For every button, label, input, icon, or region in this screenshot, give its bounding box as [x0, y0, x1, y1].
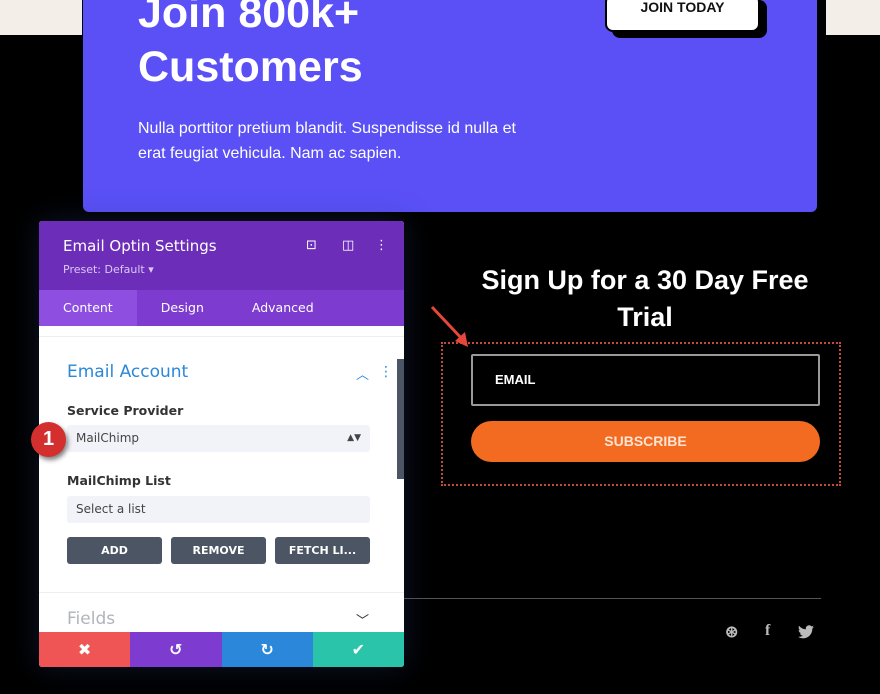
signup-heading: Sign Up for a 30 Day Free Trial: [481, 265, 809, 332]
service-provider-value: MailChimp: [76, 431, 139, 445]
mailchimp-list-select[interactable]: Select a list: [67, 496, 370, 523]
preset-dropdown[interactable]: Preset: Default ▾: [63, 263, 154, 276]
split-view-icon[interactable]: ◫: [342, 238, 354, 253]
facebook-icon[interactable]: f: [765, 622, 770, 640]
scrollbar[interactable]: [397, 359, 404, 479]
panel-header: Email Optin Settings Preset: Default ▾ ⊡…: [39, 221, 404, 290]
service-provider-select[interactable]: MailChimp ▲▼: [67, 425, 370, 452]
remove-button[interactable]: REMOVE: [171, 537, 266, 564]
add-button[interactable]: ADD: [67, 537, 162, 564]
footer-divider: [404, 598, 821, 599]
mailchimp-list-label: MailChimp List: [67, 473, 171, 488]
panel-tabs: Content Design Advanced: [39, 290, 404, 326]
fetch-lists-button[interactable]: FETCH LI...: [275, 537, 370, 564]
section-fields[interactable]: Fields: [67, 609, 115, 629]
cancel-button[interactable]: ✖: [39, 632, 131, 667]
panel-title: Email Optin Settings: [63, 237, 217, 255]
join-today-button[interactable]: JOIN TODAY: [605, 0, 760, 32]
step-badge: 1: [31, 422, 66, 457]
email-optin-settings-panel: Email Optin Settings Preset: Default ▾ ⊡…: [39, 221, 404, 667]
hero-title: Join 800k+ Customers: [138, 0, 363, 91]
page-background-top-right: [826, 0, 880, 35]
section-menu-icon[interactable]: ⋮: [379, 364, 393, 380]
tab-advanced[interactable]: Advanced: [228, 290, 338, 326]
chevron-up-icon[interactable]: ︿: [356, 364, 369, 383]
undo-button[interactable]: ↺: [130, 632, 222, 667]
more-options-icon[interactable]: ⋮: [375, 238, 388, 253]
select-arrows-icon: ▲▼: [347, 433, 361, 443]
save-button[interactable]: ✔: [312, 632, 404, 667]
tab-design[interactable]: Design: [137, 290, 228, 326]
divider: [39, 592, 404, 593]
divider: [39, 336, 404, 337]
redo-button[interactable]: ↻: [221, 632, 313, 667]
section-email-account[interactable]: Email Account: [67, 362, 188, 382]
tab-content[interactable]: Content: [39, 290, 137, 326]
chevron-down-icon[interactable]: ﹀: [356, 610, 369, 629]
hero-text: Nulla porttitor pretium blandit. Suspend…: [138, 120, 516, 162]
dribbble-icon[interactable]: ⊛: [725, 622, 738, 642]
page-background-top-left: [0, 0, 82, 35]
subscribe-button[interactable]: SUBSCRIBE: [471, 421, 820, 462]
twitter-icon[interactable]: [798, 625, 814, 639]
arrow-annotation-icon: [430, 305, 468, 347]
fullscreen-icon[interactable]: ⊡: [306, 238, 317, 253]
email-input[interactable]: EMAIL: [471, 354, 820, 406]
service-provider-label: Service Provider: [67, 403, 184, 418]
panel-action-bar: ✖ ↺ ↻ ✔: [39, 632, 404, 667]
